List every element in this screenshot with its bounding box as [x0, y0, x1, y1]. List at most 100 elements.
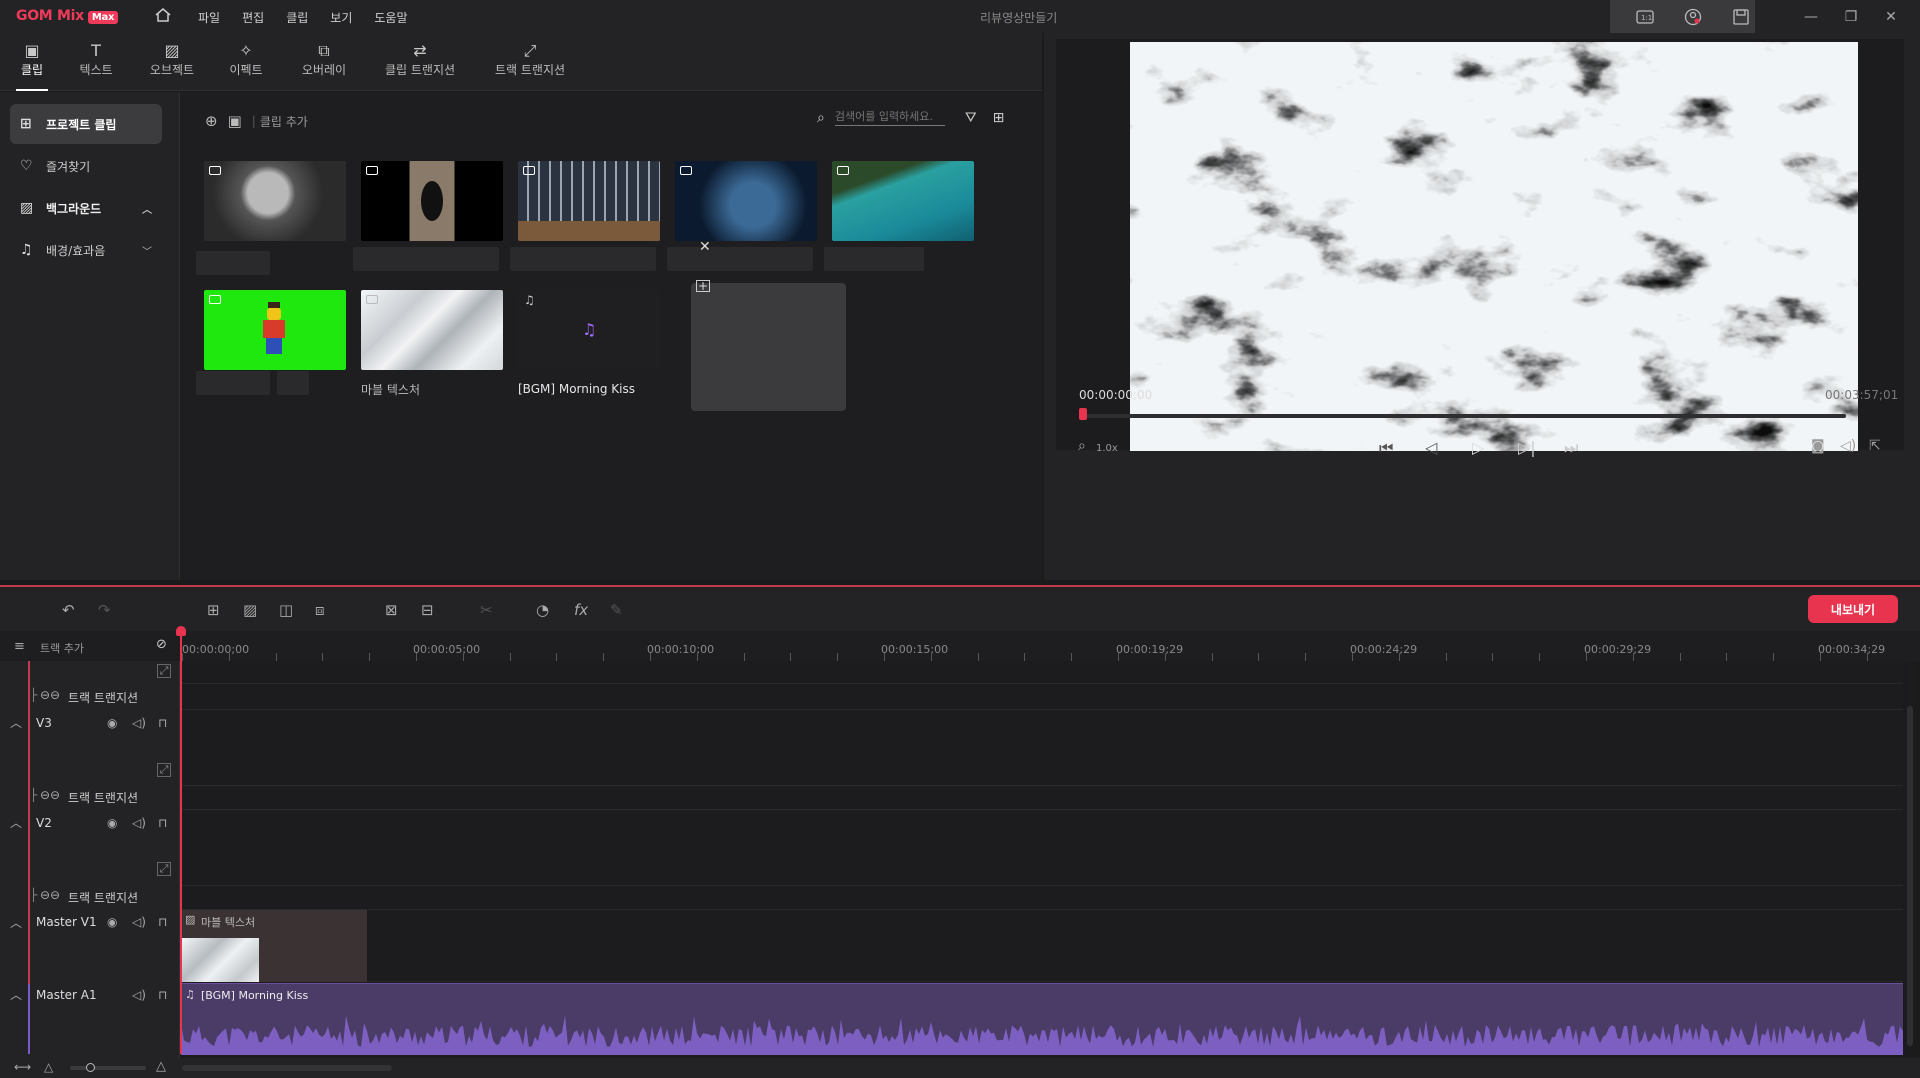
selected-clip-card[interactable] [691, 283, 846, 411]
skip-start-icon[interactable]: ⏮ [1379, 438, 1393, 458]
detach-icon[interactable]: ⇱ [1869, 438, 1881, 454]
restore-icon[interactable]: ❐ [1830, 0, 1872, 33]
cut-icon[interactable]: ✂ [480, 601, 493, 619]
clip-thumbnail[interactable] [361, 161, 503, 241]
zoom-slider-handle[interactable] [86, 1063, 95, 1072]
eye-icon[interactable]: ◉ [107, 816, 117, 830]
track-transition-row[interactable]: ├ ⊖⊖ 트랙 트랜지션 [0, 686, 180, 710]
lock-icon[interactable]: ⊓ [158, 915, 167, 929]
zoom-out-icon[interactable]: △ [44, 1060, 53, 1074]
clip-thumbnail[interactable] [675, 161, 817, 241]
speaker-icon[interactable]: ◁) [132, 915, 146, 929]
home-icon[interactable] [154, 7, 172, 23]
prev-frame-icon[interactable]: ◁ [1425, 438, 1437, 457]
clip-thumbnail-audio[interactable]: ♫ ♫ [518, 290, 660, 370]
close-icon[interactable]: ✕ [1870, 0, 1912, 33]
next-frame-icon[interactable]: ▷| [1518, 438, 1536, 457]
scrubber-handle[interactable] [1079, 408, 1087, 420]
expand-track-icon[interactable]: ⤢ [157, 763, 171, 777]
vertical-scrollbar[interactable] [1906, 661, 1914, 1054]
filter-icon[interactable]: ⛛ [965, 110, 977, 126]
preview-scrubber[interactable] [1080, 414, 1846, 418]
save-icon[interactable] [1720, 0, 1762, 33]
redo-icon[interactable]: ↷ [98, 601, 111, 619]
speed-icon[interactable]: ◔ [536, 601, 549, 619]
zoom-icon[interactable]: ⌕ [1078, 438, 1086, 454]
add-track-icon[interactable]: ≡ [14, 639, 25, 654]
account-icon[interactable] [1672, 0, 1714, 33]
add-image-icon[interactable]: ▣ [228, 112, 242, 130]
menu-help[interactable]: 도움말 [374, 9, 407, 26]
grid-view-icon[interactable]: ⊞ [993, 110, 1005, 126]
snapshot-icon[interactable]: ◙ [1811, 438, 1825, 454]
pen-icon[interactable]: ✎ [610, 601, 623, 619]
play-icon[interactable]: ▷ [1472, 438, 1484, 457]
search-icon[interactable]: ⌕ [817, 110, 825, 126]
minimize-icon[interactable]: — [1790, 0, 1832, 33]
clip-thumbnail-marble[interactable] [361, 290, 503, 370]
lock-icon[interactable]: ⊓ [158, 988, 167, 1002]
split-icon[interactable]: ◫ [279, 601, 293, 619]
export-button[interactable]: 내보내기 [1808, 595, 1898, 623]
menu-clip[interactable]: 클립 [286, 9, 308, 26]
tab-clip-transition[interactable]: ⇄ 클립 트랜지션 [380, 33, 460, 91]
fx-icon[interactable]: fx [574, 601, 588, 619]
expand-track-icon[interactable]: ⤢ [157, 862, 171, 876]
collapse-icon[interactable]: ︿ [10, 986, 22, 1003]
playhead-handle[interactable] [176, 626, 186, 636]
lock-icon[interactable]: ⊓ [158, 716, 167, 730]
undo-icon[interactable]: ↶ [62, 601, 75, 619]
trim-icon[interactable]: ⧈ [315, 601, 325, 619]
timeline-zoom-slider[interactable] [70, 1066, 146, 1070]
remove-clip-icon[interactable]: ✕ [699, 239, 711, 255]
search-input[interactable] [834, 110, 945, 126]
expand-track-icon[interactable]: ⤢ [157, 664, 171, 678]
add-folder-icon[interactable]: ⊕ [205, 112, 218, 130]
timeline-clip-marble[interactable]: ▨ 마블 텍스처 [181, 910, 367, 982]
delete-range-icon[interactable]: ⊟ [421, 601, 434, 619]
sidebar-item-project-clip[interactable]: ⊞ 프로젝트 클립 [10, 104, 162, 144]
background-tool-icon[interactable]: ▨ [243, 601, 257, 619]
speaker-icon[interactable]: ◁) [132, 716, 146, 730]
clip-thumbnail[interactable] [832, 161, 974, 241]
speaker-icon[interactable]: ◁) [132, 988, 146, 1002]
add-to-timeline-icon[interactable]: + [696, 280, 710, 292]
clip-thumbnail[interactable] [518, 161, 660, 241]
add-track-label[interactable]: 트랙 추가 [40, 640, 84, 656]
zoom-in-icon[interactable]: △ [156, 1059, 166, 1074]
tab-track-transition[interactable]: ⤢ 트랙 트랜지션 [490, 33, 570, 91]
lock-icon[interactable]: ⊓ [158, 816, 167, 830]
fit-icon[interactable]: ⟷ [14, 1060, 31, 1074]
tab-object[interactable]: ▨ 오브젝트 [146, 33, 198, 91]
sidebar-item-background[interactable]: ▨ 백그라운드 ︿ [10, 188, 162, 228]
collapse-icon[interactable]: ︿ [10, 814, 22, 831]
delete-clip-icon[interactable]: ⊠ [385, 601, 398, 619]
tab-clip[interactable]: ▣ 클립 [16, 33, 48, 91]
skip-end-icon[interactable]: ⏭ [1564, 438, 1578, 458]
tab-overlay[interactable]: ⧉ 오버레이 [298, 33, 350, 91]
playhead[interactable] [180, 628, 182, 1054]
sidebar-item-sound[interactable]: ♫ 배경/효과음 ﹀ [10, 230, 162, 270]
collapse-icon[interactable]: ︿ [10, 914, 22, 931]
track-transition-row[interactable]: ├ ⊖⊖ 트랙 트랜지션 [0, 786, 180, 810]
collapse-icon[interactable]: ︿ [10, 714, 22, 731]
tab-effect[interactable]: ✧ 이펙트 [226, 33, 266, 91]
clip-thumbnail[interactable] [204, 161, 346, 241]
scroll-thumb[interactable] [1907, 706, 1913, 1046]
eye-icon[interactable]: ◉ [107, 915, 117, 929]
timeline-clip-audio[interactable]: ♫ [BGM] Morning Kiss [181, 983, 1903, 1055]
menu-view[interactable]: 보기 [330, 9, 352, 26]
volume-icon[interactable]: ◁) [1840, 438, 1856, 454]
menu-edit[interactable]: 편집 [242, 9, 264, 26]
clip-thumbnail-greenscreen[interactable] [204, 290, 346, 370]
sidebar-item-favorites[interactable]: ♡ 즐겨찾기 [10, 146, 162, 186]
tab-text[interactable]: T 텍스트 [74, 33, 118, 91]
horizontal-scrollbar[interactable] [182, 1065, 392, 1071]
add-clip-label[interactable]: 클립 추가 [260, 113, 308, 130]
track-transition-row[interactable]: ├ ⊖⊖ 트랙 트랜지션 [0, 886, 180, 910]
magnet-icon[interactable]: ⊘ [156, 637, 167, 652]
speaker-icon[interactable]: ◁) [132, 816, 146, 830]
eye-icon[interactable]: ◉ [107, 716, 117, 730]
menu-file[interactable]: 파일 [198, 9, 220, 26]
add-media-icon[interactable]: ⊞ [207, 601, 220, 619]
